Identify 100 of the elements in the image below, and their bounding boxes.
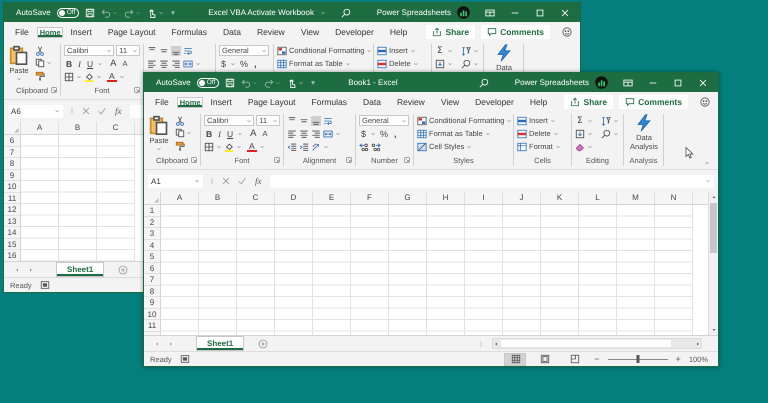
row-header[interactable]: 13 [4,216,20,227]
sheet-tab[interactable]: Sheet1 [56,262,104,277]
caret-icon[interactable] [473,60,479,66]
caret-icon[interactable] [587,144,593,150]
comments-button[interactable]: Comments [619,95,688,109]
cancel-icon[interactable] [81,106,91,116]
caret-icon[interactable] [216,144,222,150]
column-header[interactable]: C [237,192,275,204]
account-name[interactable]: Power Spreadsheets [376,8,451,17]
scroll-thumb[interactable] [501,340,671,347]
font-style-button[interactable]: I [216,128,223,138]
name-box[interactable]: A1 [148,174,203,188]
currency-button[interactable]: $ [219,58,228,68]
caret-icon[interactable] [118,74,125,80]
find-icon[interactable] [601,128,611,138]
column-header[interactable]: G [389,192,427,204]
brush-icon[interactable] [175,140,185,151]
column-header[interactable]: A [21,122,59,134]
row-header[interactable]: 10 [4,181,20,192]
caret-icon[interactable] [237,130,244,136]
align-center-icon[interactable] [299,128,309,138]
ribbon-tab[interactable]: Data [214,23,249,41]
row-header[interactable]: 6 [4,135,20,146]
scroll-thumb[interactable] [710,203,717,253]
dialog-launcher-icon[interactable] [404,157,410,163]
font-style-button[interactable]: B [64,58,74,68]
drag-handle-icon[interactable] [69,108,75,114]
customize-toolbar-icon[interactable] [170,10,176,16]
row-header[interactable]: 8 [144,286,160,297]
font-color-button[interactable]: A [107,72,117,82]
zoom-in-button[interactable]: + [676,354,681,364]
ribbon-display-icon[interactable] [623,78,633,88]
caret-icon[interactable] [335,130,341,136]
column-header[interactable]: K [541,192,579,204]
column-header[interactable]: A [161,192,199,204]
scissors-icon[interactable] [175,116,185,126]
autosum-button[interactable]: Σ [435,46,445,56]
font-style-button[interactable]: B [204,128,214,138]
column-header[interactable]: B [199,192,237,204]
search-icon[interactable] [340,8,351,18]
add-sheet-icon[interactable] [258,338,268,348]
wrap-text-icon[interactable] [183,46,193,56]
column-header[interactable]: F [351,192,389,204]
column-header[interactable]: B [59,122,97,134]
caret-icon[interactable] [613,130,619,136]
caret-icon[interactable] [230,60,236,66]
caret-icon[interactable] [236,144,242,150]
copy-icon[interactable] [175,128,185,138]
row-header[interactable]: 6 [144,262,160,274]
vertical-scrollbar[interactable] [708,192,718,335]
column-header[interactable]: C [97,122,135,134]
ribbon-tab[interactable]: Formulas [304,93,355,111]
column-header[interactable]: N [655,192,693,204]
close-icon[interactable] [698,78,708,88]
collapse-ribbon-icon[interactable] [704,160,710,166]
account-name[interactable]: Power Spreadsheets [514,78,589,87]
increase-decimal-icon[interactable] [359,142,369,152]
brush-icon[interactable] [35,70,45,81]
currency-button[interactable]: $ [359,128,368,138]
decrease-indent-icon[interactable] [287,142,297,152]
comma-style-button[interactable]: , [252,58,259,68]
comma-style-button[interactable]: , [392,128,399,138]
insert-function-button[interactable]: fx [253,176,264,186]
avatar-icon[interactable] [457,6,470,19]
slider-thumb[interactable] [636,355,640,363]
caret-icon[interactable] [46,60,52,66]
caret-icon[interactable] [54,108,60,114]
row-header[interactable]: 10 [144,308,160,320]
row-header[interactable]: 11 [144,320,160,332]
row-header[interactable]: 11 [4,192,20,204]
align-left-icon[interactable] [147,58,157,68]
row-header[interactable]: 5 [144,251,160,262]
dialog-launcher-icon[interactable] [51,87,57,93]
zoom-out-button[interactable]: − [594,354,600,364]
fill-color-icon[interactable] [84,72,94,82]
font-style-button[interactable]: U [84,58,96,68]
font-style-button[interactable]: I [76,58,83,68]
align-left-icon[interactable] [287,128,297,138]
row-header[interactable]: 7 [144,274,160,286]
smiley-icon[interactable] [700,97,710,107]
increase-font-button[interactable]: A [248,128,258,139]
enter-icon[interactable] [237,176,247,186]
scroll-right-icon[interactable] [695,340,701,346]
avatar-icon[interactable] [595,76,608,89]
caret-icon[interactable] [298,80,304,86]
column-header[interactable]: I [465,192,503,204]
smiley-icon[interactable] [562,27,572,37]
row-header[interactable]: 4 [144,240,160,251]
drag-handle-icon[interactable] [209,178,215,184]
row-header[interactable]: 3 [144,228,160,240]
caret-icon[interactable] [401,118,407,124]
redo-icon[interactable] [264,78,274,88]
add-sheet-icon[interactable] [118,264,128,274]
enter-icon[interactable] [97,106,107,116]
undo-icon[interactable] [241,78,252,88]
hand-icon[interactable] [287,78,298,88]
row-header[interactable]: 9 [4,170,20,181]
caret-icon[interactable] [106,48,112,54]
sheet-tab[interactable]: Sheet1 [196,336,244,351]
caret-icon[interactable] [132,48,138,54]
